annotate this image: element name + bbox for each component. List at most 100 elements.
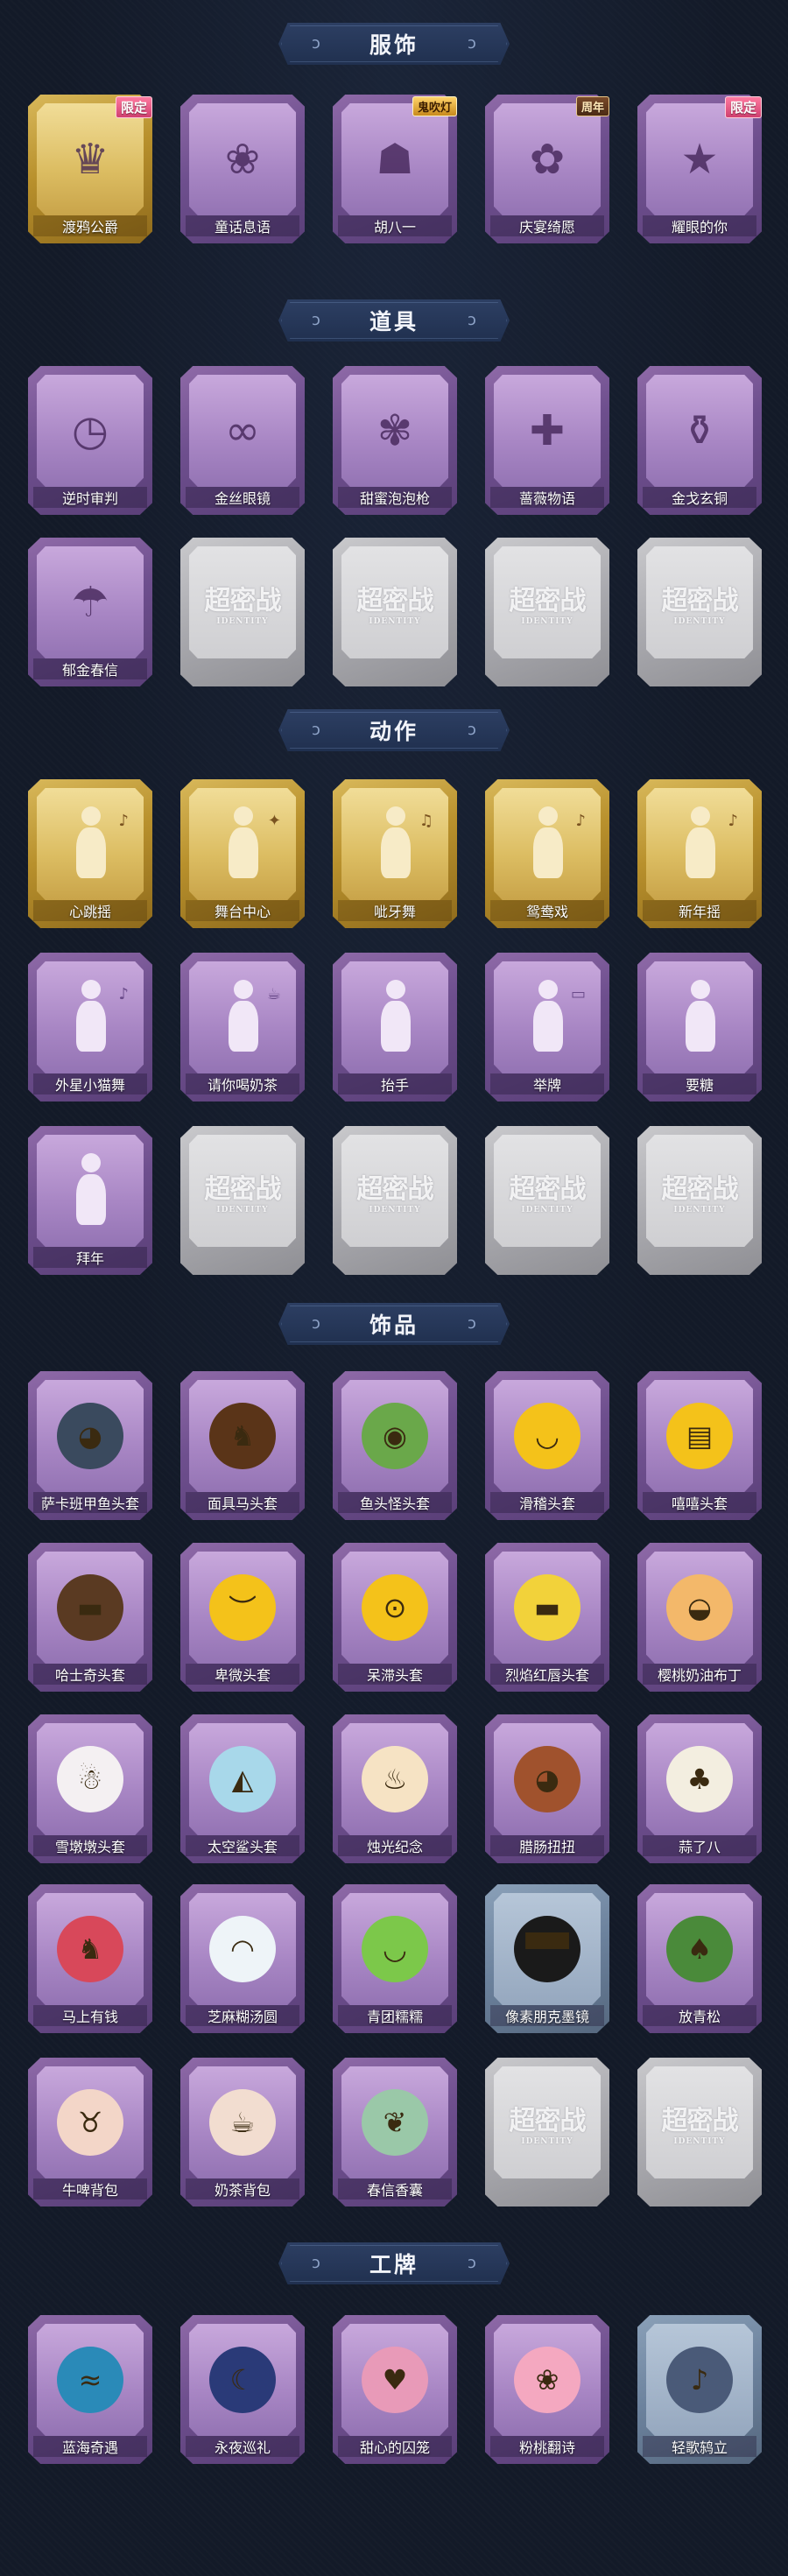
item-card[interactable]: ❀ 粉桃翻诗: [485, 2315, 609, 2464]
horse-head-icon: ♞: [209, 1403, 276, 1469]
item-card[interactable]: ♛ 渡鸦公爵 限定: [28, 95, 152, 243]
item-glyph: ♠: [686, 1932, 713, 1966]
item-card[interactable]: ♥ 甜心的囚笼: [333, 2315, 457, 2464]
locked-item-card[interactable]: 超密战 IDENTITY: [333, 538, 457, 686]
locked-item-card[interactable]: 超密战 IDENTITY: [637, 1126, 762, 1275]
item-glyph: ♞: [77, 1932, 103, 1966]
item-card[interactable]: ☕ 请你喝奶茶: [180, 953, 305, 1101]
item-glyph: ☂: [71, 578, 109, 627]
item-card[interactable]: ⚱ 金戈玄铜: [637, 366, 762, 515]
item-card[interactable]: ◡ 青团糯糯: [333, 1884, 457, 2033]
item-card[interactable]: ◕ 萨卡班甲鱼头套: [28, 1371, 152, 1520]
item-card[interactable]: ▭ 举牌: [485, 953, 609, 1101]
item-label: 春信香囊: [338, 2178, 452, 2199]
item-card[interactable]: ♪ 鸳鸯戏: [485, 779, 609, 928]
grin-face-head-icon: ▤: [666, 1403, 733, 1469]
placeholder-sub-text: IDENTITY: [673, 1206, 726, 1214]
item-label: 奶茶背包: [186, 2178, 299, 2199]
item-card[interactable]: ♪ 新年摇: [637, 779, 762, 928]
item-card[interactable]: ✚ 蔷薇物语: [485, 366, 609, 515]
duke-portrait-icon: ♛: [71, 138, 109, 180]
item-label: 金戈玄铜: [643, 487, 756, 508]
item-card[interactable]: ▤ 嘻嘻头套: [637, 1371, 762, 1520]
item-art: ♛: [37, 103, 144, 215]
swirl-ornament-icon: ↄ: [468, 2254, 476, 2272]
item-card[interactable]: 抬手: [333, 953, 457, 1101]
item-card[interactable]: ︶ 卑微头套: [180, 1543, 305, 1692]
placeholder-mark-text: 超密战: [509, 2106, 587, 2136]
item-card[interactable]: ♣ 蒜了八: [637, 1714, 762, 1863]
section-header: ↄ 服饰 ↄ: [278, 23, 510, 65]
item-card[interactable]: 拜年: [28, 1126, 152, 1275]
item-card[interactable]: ▀▀ 像素朋克墨镜: [485, 1884, 609, 2033]
item-label: 庆宴绮愿: [490, 215, 604, 236]
item-card[interactable]: ◒ 樱桃奶油布丁: [637, 1543, 762, 1692]
locked-item-card[interactable]: 超密战 IDENTITY: [333, 1126, 457, 1275]
item-card[interactable]: ☗ 胡八一 鬼吹灯: [333, 95, 457, 243]
item-label: 像素朋克墨镜: [490, 2005, 604, 2026]
item-art: ☕: [189, 961, 296, 1073]
item-card[interactable]: ☾ 永夜巡礼: [180, 2315, 305, 2464]
item-card[interactable]: ▬ 哈士奇头套: [28, 1543, 152, 1692]
item-card[interactable]: ◉ 鱼头怪头套: [333, 1371, 457, 1520]
item-card[interactable]: ✦ 舞台中心: [180, 779, 305, 928]
item-card[interactable]: ◭ 太空鲨头套: [180, 1714, 305, 1863]
item-card[interactable]: ≈ 蓝海奇遇: [28, 2315, 152, 2464]
item-art: ✿: [494, 103, 601, 215]
item-card[interactable]: ♠ 放青松: [637, 1884, 762, 2033]
item-art: ▤: [646, 1380, 753, 1492]
item-label: 鸳鸯戏: [490, 900, 604, 921]
locked-item-card[interactable]: 超密战 IDENTITY: [180, 538, 305, 686]
item-card[interactable]: ♞ 面具马头套: [180, 1371, 305, 1520]
item-card[interactable]: ♪ 轻歌鸫立: [637, 2315, 762, 2464]
item-card[interactable]: ✾ 甜蜜泡泡枪: [333, 366, 457, 515]
item-label: 蓝海奇遇: [33, 2436, 147, 2457]
item-card[interactable]: ♉ 牛啤背包: [28, 2058, 152, 2206]
item-card[interactable]: ◠ 芝麻糊汤圆: [180, 1884, 305, 2033]
pixel-sunglasses-icon: ▀▀: [514, 1916, 580, 1982]
item-glyph: ☃: [77, 1763, 103, 1796]
item-card[interactable]: ∞ 金丝眼镜: [180, 366, 305, 515]
item-glyph: ▤: [686, 1419, 714, 1453]
item-card[interactable]: ♫ 呲牙舞: [333, 779, 457, 928]
milk-tea-backpack-icon: ☕: [209, 2089, 276, 2156]
locked-item-card[interactable]: 超密战 IDENTITY: [180, 1126, 305, 1275]
item-card[interactable]: ★ 耀眼的你 限定: [637, 95, 762, 243]
item-card[interactable]: ♪ 心跳摇: [28, 779, 152, 928]
emote-accent-glyph: ▭: [570, 985, 586, 1003]
item-card[interactable]: ☂ 郁金春信: [28, 538, 152, 686]
item-label: 嘻嘻头套: [643, 1492, 756, 1513]
item-glyph: ︶: [228, 1593, 257, 1626]
item-card[interactable]: ♞ 马上有钱: [28, 1884, 152, 2033]
item-card[interactable]: ☕ 奶茶背包: [180, 2058, 305, 2206]
item-label: 逆时审判: [33, 487, 147, 508]
item-card[interactable]: ◷ 逆时审判: [28, 366, 152, 515]
item-card[interactable]: ☃ 雪墩墩头套: [28, 1714, 152, 1863]
item-card[interactable]: ♪ 外星小猫舞: [28, 953, 152, 1101]
item-card[interactable]: ♨ 烛光纪念: [333, 1714, 457, 1863]
item-label: 呆滞头套: [338, 1664, 452, 1685]
locked-item-card[interactable]: 超密战 IDENTITY: [637, 2058, 762, 2206]
item-card[interactable]: 要糖: [637, 953, 762, 1101]
item-card[interactable]: ◡ 滑稽头套: [485, 1371, 609, 1520]
item-card[interactable]: ❦ 春信香囊: [333, 2058, 457, 2206]
item-label: 耀眼的你: [643, 215, 756, 236]
item-card[interactable]: ❀ 童话息语: [180, 95, 305, 243]
item-card[interactable]: ✿ 庆宴绮愿 周年: [485, 95, 609, 243]
item-card[interactable]: ▬ 烈焰红唇头套: [485, 1543, 609, 1692]
emote-accent-glyph: ♪: [728, 812, 739, 830]
item-art: ♪: [494, 788, 601, 900]
item-glyph: ★: [680, 135, 719, 184]
item-label: 雪墩墩头套: [33, 1835, 147, 1856]
item-label: 甜心的囚笼: [338, 2436, 452, 2457]
item-glyph: ♪: [690, 2363, 709, 2397]
locked-item-card[interactable]: 超密战 IDENTITY: [485, 538, 609, 686]
locked-item-card[interactable]: 超密战 IDENTITY: [485, 1126, 609, 1275]
placeholder-sub-text: IDENTITY: [216, 617, 269, 626]
item-card[interactable]: ◕ 腊肠扭扭: [485, 1714, 609, 1863]
locked-item-card[interactable]: 超密战 IDENTITY: [485, 2058, 609, 2206]
locked-item-card[interactable]: 超密战 IDENTITY: [637, 538, 762, 686]
husky-head-icon: ▬: [57, 1574, 123, 1641]
item-card[interactable]: ⊙ 呆滞头套: [333, 1543, 457, 1692]
item-glyph: ⊙: [383, 1591, 407, 1624]
